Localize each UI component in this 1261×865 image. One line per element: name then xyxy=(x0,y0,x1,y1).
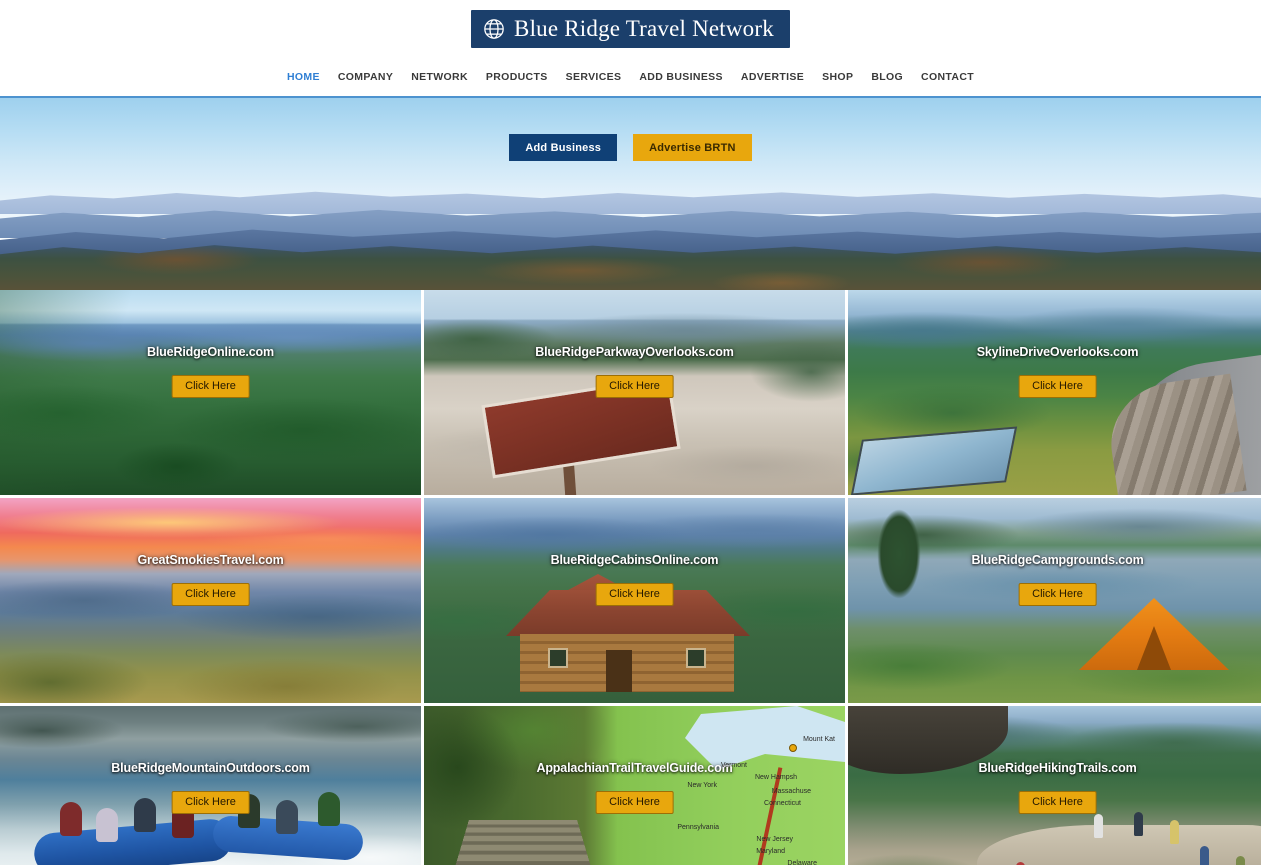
click-here-button[interactable]: Click Here xyxy=(171,375,250,398)
click-here-button[interactable]: Click Here xyxy=(171,791,250,814)
advertise-brtn-button[interactable]: Advertise BRTN xyxy=(633,134,752,161)
overlook-plaque xyxy=(850,426,1018,495)
click-here-button[interactable]: Click Here xyxy=(1018,375,1097,398)
hiker-figure xyxy=(1236,856,1245,865)
paddler-figure xyxy=(96,808,118,842)
stone-wall-shape xyxy=(1103,373,1247,495)
nav-item-add-business[interactable]: ADD BUSINESS xyxy=(630,71,732,83)
site-logo-text: Blue Ridge Travel Network xyxy=(514,15,774,41)
tile-image-blueridgemountainoutdoors xyxy=(0,706,421,865)
tile-image-blueridgehikingtrails xyxy=(848,706,1261,865)
hero-cta-group: Add Business Advertise BRTN xyxy=(0,134,1261,161)
tile-label: BlueRidgeOnline.com xyxy=(146,345,275,359)
tile-image-appalachiantrailtravelguide: Mount Kat Vermont New Hampsh New York Ma… xyxy=(424,706,845,865)
map-label: Vermont xyxy=(720,762,747,769)
paddler-figure xyxy=(318,792,340,826)
paddler-figure xyxy=(60,802,82,836)
tile-blueridgecampgrounds[interactable]: BlueRidgeCampgrounds.com Click Here xyxy=(848,498,1261,703)
click-here-button[interactable]: Click Here xyxy=(171,583,250,606)
tile-label: BlueRidgeMountainOutdoors.com xyxy=(111,761,310,775)
nav-item-blog[interactable]: BLOG xyxy=(862,71,912,83)
hiker-figure xyxy=(1170,820,1179,844)
click-here-button[interactable]: Click Here xyxy=(595,791,674,814)
nav-item-products[interactable]: PRODUCTS xyxy=(477,71,557,83)
add-business-button[interactable]: Add Business xyxy=(509,134,618,161)
hiker-figure xyxy=(1200,846,1209,865)
cabin-door xyxy=(606,650,632,692)
map-label: New York xyxy=(687,782,717,789)
map-label: Pennsylvania xyxy=(677,824,719,831)
nav-item-advertise[interactable]: ADVERTISE xyxy=(732,71,813,83)
nav-item-shop[interactable]: SHOP xyxy=(813,71,862,83)
tile-label: BlueRidgeHikingTrails.com xyxy=(978,761,1137,775)
map-label: Connecticut xyxy=(764,800,801,807)
hero-banner: Add Business Advertise BRTN xyxy=(0,96,1261,290)
map-label: New Hampsh xyxy=(754,774,797,781)
tile-blueridgemountainoutdoors[interactable]: BlueRidgeMountainOutdoors.com Click Here xyxy=(0,706,421,865)
map-label: New Jersey xyxy=(756,836,793,843)
nav-item-services[interactable]: SERVICES xyxy=(557,71,631,83)
rock-ledge-shape xyxy=(977,825,1261,865)
nav-item-home[interactable]: HOME xyxy=(278,71,329,83)
site-header: Blue Ridge Travel Network xyxy=(0,0,1261,57)
map-label: Massachuse xyxy=(771,788,811,795)
globe-icon xyxy=(483,18,505,40)
tile-label: SkylineDriveOverlooks.com xyxy=(976,345,1139,359)
site-logo[interactable]: Blue Ridge Travel Network xyxy=(471,9,790,48)
tile-label: BlueRidgeCabinsOnline.com xyxy=(550,553,719,567)
hero-ridge-far xyxy=(0,191,1261,214)
map-label: Maryland xyxy=(756,848,785,855)
map-label: Delaware xyxy=(787,860,817,865)
click-here-button[interactable]: Click Here xyxy=(595,583,674,606)
trail-terminus-marker xyxy=(789,744,797,752)
tile-blueridgeparkwayoverlooks[interactable]: BlueRidgeParkwayOverlooks.com Click Here xyxy=(424,290,845,495)
tile-skylinedriveoverlooks[interactable]: SkylineDriveOverlooks.com Click Here xyxy=(848,290,1261,495)
paddler-figure xyxy=(134,798,156,832)
tile-appalachiantrailtravelguide[interactable]: Mount Kat Vermont New Hampsh New York Ma… xyxy=(424,706,845,865)
hiker-figure xyxy=(1134,812,1143,836)
tile-blueridgecabinsonline[interactable]: BlueRidgeCabinsOnline.com Click Here xyxy=(424,498,845,703)
main-navigation: HOME COMPANY NETWORK PRODUCTS SERVICES A… xyxy=(0,57,1261,96)
tile-greatsmokiestravel[interactable]: GreatSmokiesTravel.com Click Here xyxy=(0,498,421,703)
paddler-figure xyxy=(276,800,298,834)
cabin-window-right xyxy=(686,648,706,668)
map-label: Mount Kat xyxy=(803,736,835,743)
tile-label: BlueRidgeParkwayOverlooks.com xyxy=(535,345,734,359)
tile-blueridgehikingtrails[interactable]: BlueRidgeHikingTrails.com Click Here xyxy=(848,706,1261,865)
tile-label: BlueRidgeCampgrounds.com xyxy=(971,553,1144,567)
click-here-button[interactable]: Click Here xyxy=(1018,583,1097,606)
nav-item-company[interactable]: COMPANY xyxy=(329,71,402,83)
click-here-button[interactable]: Click Here xyxy=(595,375,674,398)
stone-steps-shape xyxy=(441,819,605,865)
click-here-button[interactable]: Click Here xyxy=(1018,791,1097,814)
cabin-window-left xyxy=(548,648,568,668)
hiker-figure xyxy=(1094,814,1103,838)
tile-label: GreatSmokiesTravel.com xyxy=(137,553,284,567)
network-site-grid: BlueRidgeOnline.com Click Here BlueRidge… xyxy=(0,290,1261,865)
tile-blueridgeonline[interactable]: BlueRidgeOnline.com Click Here xyxy=(0,290,421,495)
nav-item-contact[interactable]: CONTACT xyxy=(912,71,983,83)
nav-item-network[interactable]: NETWORK xyxy=(402,71,477,83)
tile-label: AppalachianTrailTravelGuide.com xyxy=(536,761,733,775)
